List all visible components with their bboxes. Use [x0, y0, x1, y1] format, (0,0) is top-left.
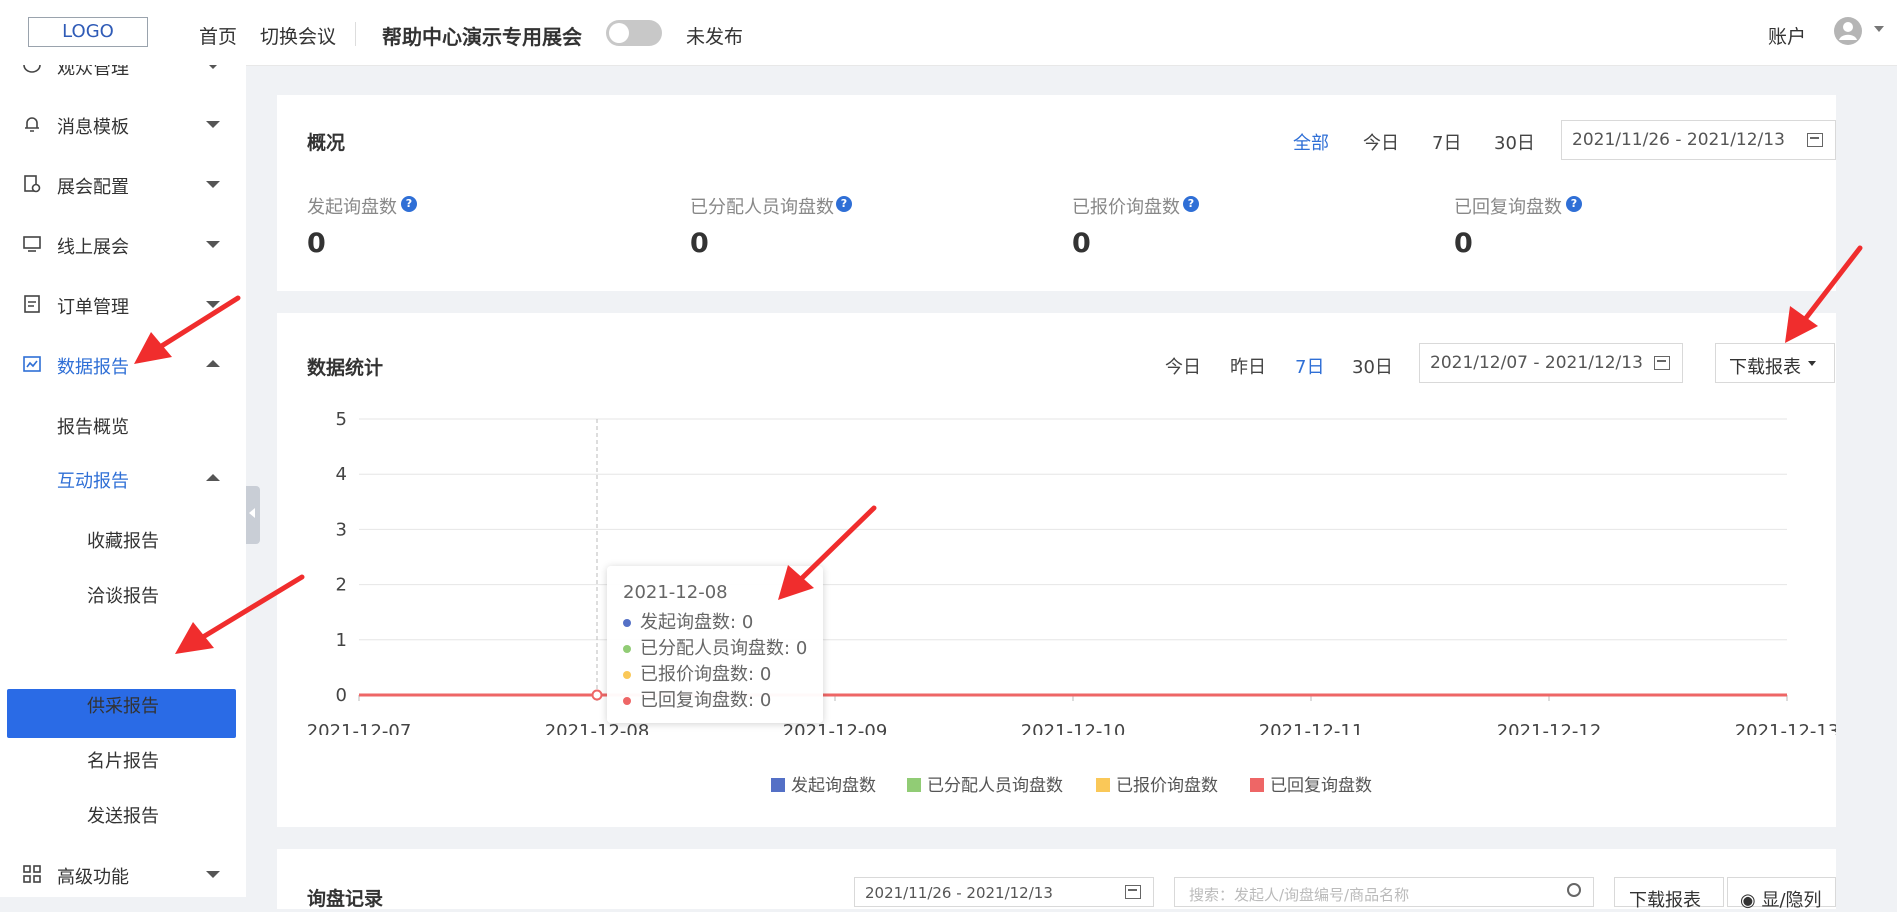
annotation-arrow-icon [134, 295, 241, 364]
annotation-arrows [134, 245, 1863, 654]
annotation-arrow-icon [778, 505, 877, 600]
annotation-arrow-icon [175, 574, 305, 654]
annotation-arrow-icon [1785, 245, 1863, 343]
